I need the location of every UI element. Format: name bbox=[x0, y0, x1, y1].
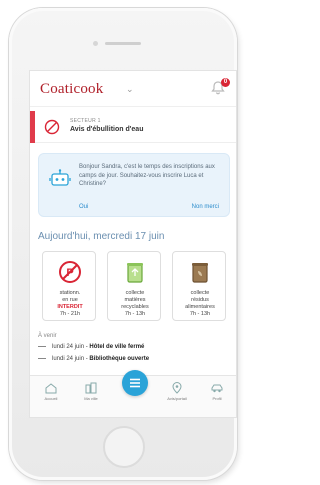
tile-line: matières bbox=[124, 297, 146, 303]
bullet-dash bbox=[38, 357, 46, 359]
no-parking-icon: P bbox=[59, 261, 81, 283]
event-date: lundi 24 juin - bbox=[52, 344, 88, 350]
tile-line: 7h - 13h bbox=[124, 311, 146, 317]
alert-accent-bar bbox=[30, 111, 35, 143]
tab-profil[interactable]: Profil bbox=[200, 382, 234, 401]
alert-text: Avis d'ébullition d'eau bbox=[70, 126, 144, 133]
compost-bin-icon bbox=[192, 263, 208, 283]
event-label: Hôtel de ville fermé bbox=[89, 344, 145, 350]
home-button[interactable] bbox=[103, 426, 145, 468]
yes-link[interactable]: Oui bbox=[79, 204, 88, 210]
list-item[interactable]: lundi 24 juin - Hôtel de ville fermé bbox=[38, 344, 144, 350]
home-icon bbox=[45, 383, 57, 394]
event-date: lundi 24 juin - bbox=[52, 356, 88, 362]
notification-badge: 0 bbox=[221, 78, 230, 87]
location-icon bbox=[172, 382, 182, 394]
tab-label: Profil bbox=[212, 396, 222, 401]
menu-button[interactable] bbox=[122, 370, 148, 396]
app-logo[interactable]: Coaticook bbox=[40, 81, 103, 98]
assistant-card: Bonjour Sandra, c'est le temps des inscr… bbox=[38, 153, 230, 217]
tile-parking[interactable]: P stationn. en rue INTERDIT 7h - 21h bbox=[42, 251, 96, 321]
tile-line: collecte bbox=[190, 290, 210, 296]
tile-line: résidus bbox=[191, 297, 209, 303]
tab-ma-ville[interactable]: Ma ville bbox=[74, 382, 108, 401]
tile-compost[interactable]: collecte résidus alimentaires 7h - 13h bbox=[172, 251, 226, 321]
upcoming-title: À venir bbox=[38, 333, 57, 339]
assistant-message: Bonjour Sandra, c'est le temps des inscr… bbox=[79, 164, 215, 187]
tile-line: 7h - 21h bbox=[59, 311, 81, 317]
bottom-tab-bar: Accueil Ma ville Avis/portail Profil bbox=[30, 370, 236, 417]
no-thanks-link[interactable]: Non merci bbox=[192, 204, 219, 210]
tab-avis[interactable]: Avis/portail bbox=[160, 382, 194, 401]
tile-line: INTERDIT bbox=[57, 304, 83, 310]
recycling-bin-icon bbox=[127, 263, 143, 283]
alert-banner[interactable]: Secteur 1 Avis d'ébullition d'eau bbox=[30, 111, 236, 143]
tab-label: Avis/portail bbox=[167, 396, 187, 401]
today-title: Aujourd'hui, mercredi 17 juin bbox=[38, 231, 165, 242]
tab-label: Ma ville bbox=[84, 396, 98, 401]
tab-label: Accueil bbox=[44, 396, 58, 401]
list-item[interactable]: lundi 24 juin - Bibliothèque ouverte bbox=[38, 356, 149, 362]
menu-icon bbox=[130, 378, 140, 388]
chevron-down-icon[interactable]: ⌄ bbox=[126, 84, 134, 95]
tile-recycling[interactable]: collecte matières recyclables 7h - 13h bbox=[107, 251, 161, 321]
tile-line: en rue bbox=[62, 297, 78, 303]
tile-line: collecte bbox=[125, 290, 145, 296]
tile-line: stationn. bbox=[59, 290, 81, 296]
car-icon bbox=[211, 384, 223, 393]
tile-line: alimentaires bbox=[185, 304, 215, 310]
camera-dot bbox=[93, 41, 98, 46]
phone-frame: Coaticook ⌄ 0 Secteur 1 Avis d'ébullitio… bbox=[9, 8, 237, 480]
alert-sector: Secteur 1 bbox=[70, 118, 101, 124]
bullet-dash bbox=[38, 345, 46, 347]
robot-icon bbox=[49, 169, 71, 186]
app-header: Coaticook ⌄ 0 bbox=[30, 71, 236, 107]
city-icon bbox=[85, 382, 97, 394]
event-label: Bibliothèque ouverte bbox=[89, 356, 150, 362]
app-screen: Coaticook ⌄ 0 Secteur 1 Avis d'ébullitio… bbox=[29, 70, 237, 418]
speaker-grille bbox=[105, 42, 141, 45]
no-water-icon bbox=[44, 119, 60, 135]
tab-accueil[interactable]: Accueil bbox=[34, 382, 68, 401]
tile-line: 7h - 13h bbox=[189, 311, 211, 317]
tile-line: recyclables bbox=[121, 304, 149, 310]
